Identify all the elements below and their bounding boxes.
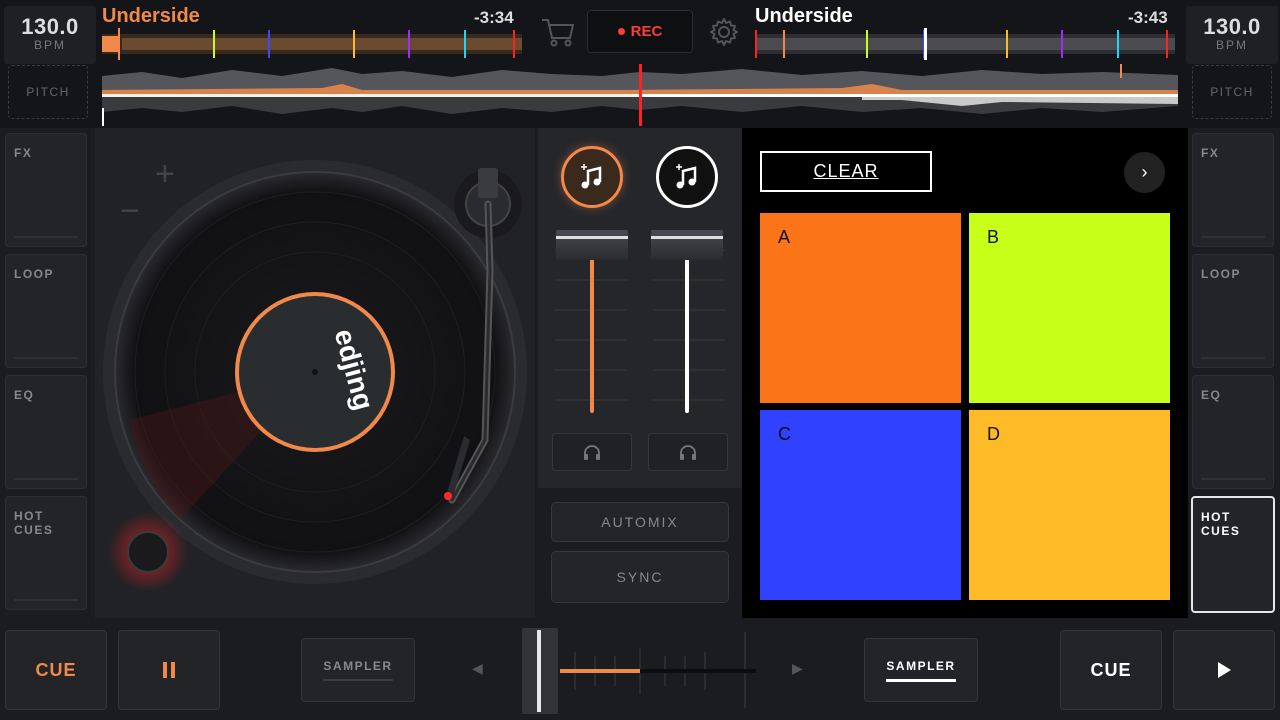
right-hot-cues-label-2: CUES (1201, 524, 1241, 538)
right-eq-label: EQ (1201, 388, 1222, 402)
pad-label: C (778, 424, 791, 444)
left-volume-track (590, 255, 594, 413)
left-fx-button[interactable]: FX (5, 133, 87, 247)
sampler-pad-d[interactable]: D (969, 410, 1170, 600)
pad-label: D (987, 424, 1000, 444)
left-sampler-label: SAMPLER (323, 659, 393, 673)
right-headphone-button[interactable] (648, 433, 728, 471)
crossfader-left-fill (560, 669, 640, 673)
left-headphone-button[interactable] (552, 433, 632, 471)
crossfader[interactable] (520, 628, 760, 714)
left-fx-label: FX (14, 146, 33, 160)
left-sampler-button[interactable]: SAMPLER (301, 638, 415, 702)
left-hot-cues-label-1: HOT (14, 509, 44, 523)
right-eq-button[interactable]: EQ (1192, 375, 1274, 489)
sampler-pad-b[interactable]: B (969, 213, 1170, 403)
sampler-pad-c[interactable]: C (760, 410, 961, 600)
record-button[interactable]: REC (587, 10, 693, 53)
right-fx-label: FX (1201, 146, 1220, 160)
right-track-title: Underside (755, 5, 853, 27)
left-track-time: -3:34 (474, 8, 514, 27)
sync-label: SYNC (616, 569, 664, 585)
pause-icon (163, 662, 175, 678)
right-loop-button[interactable]: LOOP (1192, 254, 1274, 368)
left-bpm-label: BPM (33, 38, 66, 52)
right-bpm-display[interactable]: 130.0 BPM (1186, 6, 1278, 64)
pad-label: B (987, 227, 1000, 247)
left-volume-fader[interactable] (556, 230, 628, 260)
right-fx-button[interactable]: FX (1192, 133, 1274, 247)
right-volume-track (685, 255, 689, 413)
right-track-time: -3:43 (1128, 8, 1168, 27)
left-load-track-button[interactable] (561, 146, 623, 208)
gear-icon[interactable] (704, 14, 744, 50)
right-volume-fader[interactable] (651, 230, 723, 260)
right-cue-button[interactable]: CUE (1060, 630, 1162, 710)
left-track-title: Underside (102, 5, 200, 27)
left-bpm-value: 130.0 (21, 14, 79, 39)
headphone-icon (584, 445, 600, 460)
sync-button[interactable]: SYNC (551, 551, 729, 603)
left-hot-cues-label-2: CUES (14, 523, 54, 537)
crossfader-right-arrow-icon[interactable]: ▶ (792, 660, 803, 677)
left-cue-label: CUE (35, 659, 77, 680)
automix-button[interactable]: AUTOMIX (551, 502, 729, 542)
right-bpm-label: BPM (1215, 38, 1248, 52)
record-label: REC (630, 23, 663, 40)
left-pitch-button[interactable]: PITCH (8, 65, 88, 119)
left-eq-button[interactable]: EQ (5, 375, 87, 489)
right-pitch-button[interactable]: PITCH (1192, 65, 1272, 119)
right-hot-cues-button[interactable]: HOT CUES (1191, 496, 1275, 613)
next-page-button[interactable]: › (1124, 152, 1165, 193)
main-waveform[interactable] (102, 62, 1178, 126)
left-loop-button[interactable]: LOOP (5, 254, 87, 368)
headphone-icon (680, 445, 696, 460)
play-icon (1218, 662, 1231, 678)
right-load-track-button[interactable] (656, 146, 718, 208)
pad-label: A (778, 227, 791, 247)
left-eq-label: EQ (14, 388, 35, 402)
tonearm[interactable] (440, 160, 540, 510)
right-play-button[interactable] (1173, 630, 1275, 710)
sampler-pad-a[interactable]: A (760, 213, 961, 403)
right-bpm-value: 130.0 (1203, 14, 1261, 39)
right-cue-label: CUE (1090, 659, 1132, 680)
right-loop-label: LOOP (1201, 267, 1242, 281)
shopping-cart-icon[interactable] (538, 14, 578, 50)
left-loop-label: LOOP (14, 267, 55, 281)
right-music-note-icon (676, 164, 697, 189)
clear-button[interactable]: CLEAR (760, 151, 932, 192)
right-hot-cues-label-1: HOT (1201, 510, 1231, 524)
left-hot-cues-button[interactable]: HOT CUES (5, 496, 87, 610)
right-sampler-label: SAMPLER (886, 658, 956, 673)
left-play-pause-button[interactable] (118, 630, 220, 710)
left-overview-waveform[interactable] (102, 28, 522, 60)
right-overview-waveform[interactable] (755, 28, 1175, 60)
crossfader-left-arrow-icon[interactable]: ◀ (472, 660, 483, 677)
right-sampler-button[interactable]: SAMPLER (864, 638, 978, 702)
left-music-note-icon (581, 164, 602, 189)
record-dot-icon (617, 28, 625, 35)
left-bpm-display[interactable]: 130.0 BPM (4, 6, 96, 64)
left-cue-button[interactable]: CUE (5, 630, 107, 710)
crossfader-right-fill (640, 669, 756, 673)
